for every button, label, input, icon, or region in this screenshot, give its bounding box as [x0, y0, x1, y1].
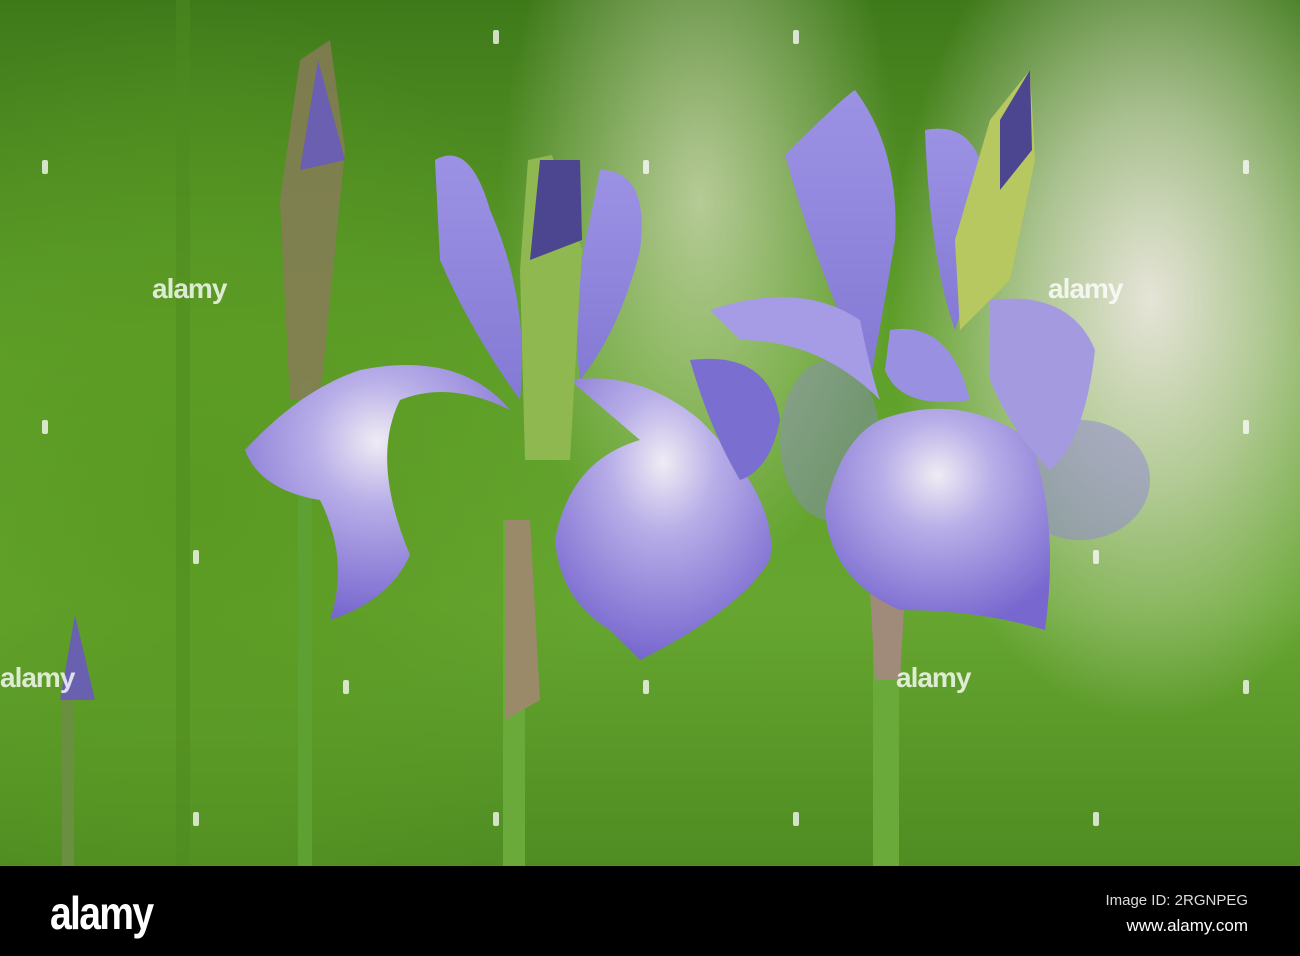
watermark: alamy	[1048, 273, 1123, 304]
watermark-mark	[193, 812, 199, 826]
watermark-mark	[643, 680, 649, 694]
website-link: www.alamy.com	[1126, 916, 1248, 935]
watermark-mark	[1243, 160, 1249, 174]
footer-bar: alamy Image ID: 2RGNPEG www.alamy.com	[0, 866, 1300, 956]
watermark-mark	[193, 550, 199, 564]
watermark-mark	[1093, 812, 1099, 826]
watermark-mark	[493, 30, 499, 44]
watermark-mark	[493, 812, 499, 826]
watermark-mark	[643, 160, 649, 174]
alamy-logo: alamy	[50, 887, 154, 939]
watermark-mark	[793, 30, 799, 44]
watermark: alamy	[896, 662, 971, 693]
watermark-mark	[343, 680, 349, 694]
watermark-mark	[42, 160, 48, 174]
watermark-mark	[1243, 420, 1249, 434]
image-id: Image ID: 2RGNPEG	[1105, 892, 1248, 909]
watermark: alamy	[152, 273, 227, 304]
iris-photo: alamy alamy alamy alamy	[0, 0, 1300, 866]
watermark-mark	[793, 812, 799, 826]
iris-flowers	[60, 0, 1150, 866]
watermark: alamy	[0, 662, 75, 693]
watermark-mark	[42, 420, 48, 434]
watermark-mark	[1093, 550, 1099, 564]
watermark-mark	[1243, 680, 1249, 694]
